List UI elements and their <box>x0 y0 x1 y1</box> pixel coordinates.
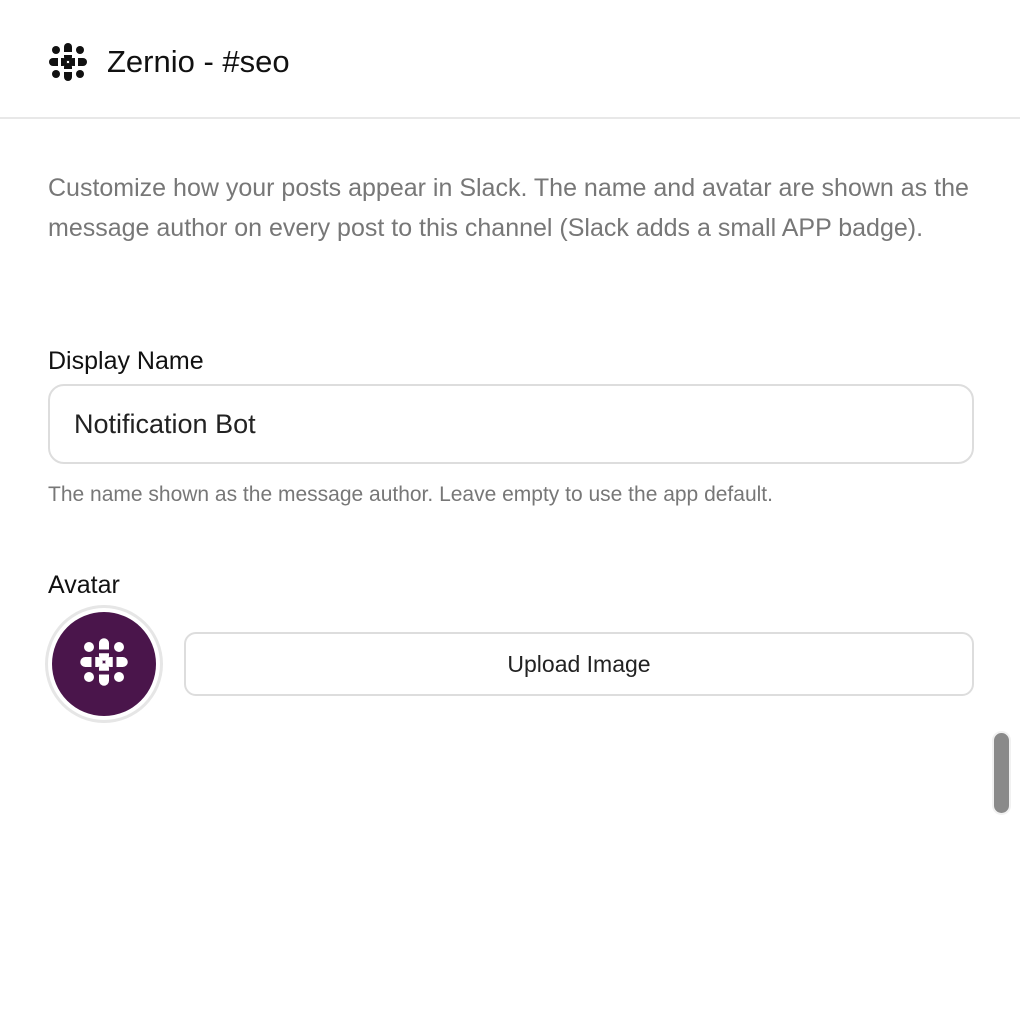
display-name-input[interactable] <box>48 384 974 464</box>
upload-image-button[interactable]: Upload Image <box>184 632 974 696</box>
panel-header: Zernio - #seo <box>0 0 1020 119</box>
channel-title: Zernio - #seo <box>107 44 290 79</box>
slack-logo-icon <box>48 42 88 82</box>
avatar-label: Avatar <box>48 571 120 599</box>
display-name-help-text: The name shown as the message author. Le… <box>48 483 773 506</box>
avatar-preview <box>48 608 160 720</box>
description-text: Customize how your posts appear in Slack… <box>48 174 969 242</box>
avatar-image <box>52 612 156 716</box>
scrollbar-thumb[interactable] <box>994 733 1009 813</box>
display-name-label: Display Name <box>48 347 204 375</box>
slack-logo-icon <box>79 637 129 692</box>
slack-customization-panel: Zernio - #seo Customize how your posts a… <box>0 0 1020 1024</box>
